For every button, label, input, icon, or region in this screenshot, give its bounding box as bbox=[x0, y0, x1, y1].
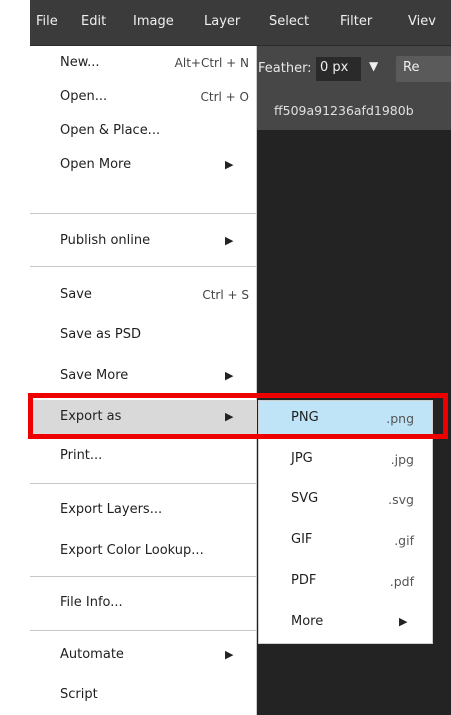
menu-item-save[interactable]: Save Ctrl + S bbox=[30, 278, 257, 312]
menu-bar: File Edit Image Layer Select Filter Viev bbox=[30, 0, 451, 46]
menu-file[interactable]: File bbox=[36, 14, 58, 29]
menu-item-open-place[interactable]: Open & Place... bbox=[30, 114, 257, 148]
menu-divider bbox=[30, 576, 257, 577]
menu-item-label: Open & Place... bbox=[60, 123, 161, 138]
menu-item-label: Automate bbox=[60, 647, 124, 662]
submenu-item-png[interactable]: PNG .png bbox=[259, 401, 432, 438]
chevron-right-icon: ▶ bbox=[225, 158, 234, 171]
refine-edge-button[interactable]: Re bbox=[396, 56, 451, 82]
menu-item-label: Print... bbox=[60, 448, 103, 463]
format-extension: .pdf bbox=[389, 574, 414, 589]
submenu-item-svg[interactable]: SVG .svg bbox=[259, 482, 432, 516]
menu-item-label: Open More bbox=[60, 157, 132, 172]
menu-item-save-more[interactable]: Save More ▶ bbox=[30, 359, 257, 393]
menu-item-export-as[interactable]: Export as ▶ bbox=[30, 400, 257, 436]
file-menu: New... Alt+Ctrl + N Open... Ctrl + O Ope… bbox=[30, 46, 257, 715]
menu-divider bbox=[30, 483, 257, 484]
menu-item-publish-online[interactable]: Publish online ▶ bbox=[30, 224, 257, 258]
submenu-item-more[interactable]: More ▶ bbox=[259, 605, 432, 639]
menu-item-label: File Info... bbox=[60, 595, 123, 610]
menu-item-label: Save bbox=[60, 287, 92, 302]
menu-item-script[interactable]: Script bbox=[30, 678, 257, 712]
menu-item-new[interactable]: New... Alt+Ctrl + N bbox=[30, 46, 257, 80]
menu-item-file-info[interactable]: File Info... bbox=[30, 586, 257, 620]
submenu-item-pdf[interactable]: PDF .pdf bbox=[259, 564, 432, 598]
menu-divider bbox=[30, 213, 257, 214]
document-tab[interactable]: ff509a91236afd1980b bbox=[256, 92, 451, 130]
format-label: PDF bbox=[291, 573, 317, 588]
chevron-right-icon: ▶ bbox=[225, 648, 234, 661]
menu-item-label: Open... bbox=[60, 89, 108, 104]
menu-divider bbox=[30, 630, 257, 631]
menu-item-label: Export Layers... bbox=[60, 502, 163, 517]
format-label: JPG bbox=[291, 451, 313, 466]
menu-item-save-as-psd[interactable]: Save as PSD bbox=[30, 318, 257, 352]
format-label: GIF bbox=[291, 532, 313, 547]
menu-item-label: Script bbox=[60, 687, 98, 702]
menu-layer[interactable]: Layer bbox=[204, 14, 240, 29]
format-extension: .jpg bbox=[390, 452, 414, 467]
export-submenu: PNG .png JPG .jpg SVG .svg GIF .gif PDF … bbox=[258, 400, 433, 644]
format-extension: .gif bbox=[394, 533, 414, 548]
shortcut-text: Alt+Ctrl + N bbox=[174, 56, 249, 70]
menu-item-label: Export as bbox=[60, 409, 122, 424]
options-bar: Feather: 0 px ▼ Re bbox=[256, 46, 451, 92]
menu-item-export-layers[interactable]: Export Layers... bbox=[30, 493, 257, 527]
menu-filter[interactable]: Filter bbox=[340, 14, 372, 29]
chevron-right-icon: ▶ bbox=[225, 410, 234, 423]
submenu-item-gif[interactable]: GIF .gif bbox=[259, 523, 432, 557]
app-window: File Edit Image Layer Select Filter Viev… bbox=[30, 0, 451, 715]
chevron-right-icon: ▶ bbox=[399, 615, 408, 628]
shortcut-text: Ctrl + O bbox=[200, 90, 249, 104]
submenu-item-jpg[interactable]: JPG .jpg bbox=[259, 442, 432, 476]
menu-item-export-color-lookup[interactable]: Export Color Lookup... bbox=[30, 534, 257, 568]
chevron-right-icon: ▶ bbox=[225, 369, 234, 382]
menu-item-open-more[interactable]: Open More ▶ bbox=[30, 148, 257, 182]
menu-image[interactable]: Image bbox=[133, 14, 174, 29]
format-extension: .png bbox=[386, 411, 414, 426]
menu-item-label: New... bbox=[60, 55, 100, 70]
menu-item-print[interactable]: Print... bbox=[30, 439, 257, 473]
format-label: More bbox=[291, 614, 324, 629]
menu-item-label: Publish online bbox=[60, 233, 151, 248]
menu-select[interactable]: Select bbox=[269, 14, 309, 29]
menu-view[interactable]: Viev bbox=[408, 14, 436, 29]
menu-edit[interactable]: Edit bbox=[81, 14, 106, 29]
menu-item-label: Export Color Lookup... bbox=[60, 543, 204, 558]
menu-item-automate[interactable]: Automate ▶ bbox=[30, 638, 257, 672]
menu-item-open[interactable]: Open... Ctrl + O bbox=[30, 80, 257, 114]
feather-input[interactable]: 0 px bbox=[316, 57, 361, 81]
format-extension: .svg bbox=[388, 492, 414, 507]
menu-item-label: Save More bbox=[60, 368, 129, 383]
shortcut-text: Ctrl + S bbox=[202, 288, 249, 302]
menu-item-label: Save as PSD bbox=[60, 327, 142, 342]
chevron-right-icon: ▶ bbox=[225, 234, 234, 247]
feather-label: Feather: bbox=[258, 61, 312, 76]
chevron-down-icon[interactable]: ▼ bbox=[369, 59, 378, 73]
format-label: PNG bbox=[291, 410, 319, 425]
document-tabs: ff509a91236afd1980b bbox=[256, 92, 451, 130]
format-label: SVG bbox=[291, 491, 319, 506]
menu-divider bbox=[30, 266, 257, 267]
